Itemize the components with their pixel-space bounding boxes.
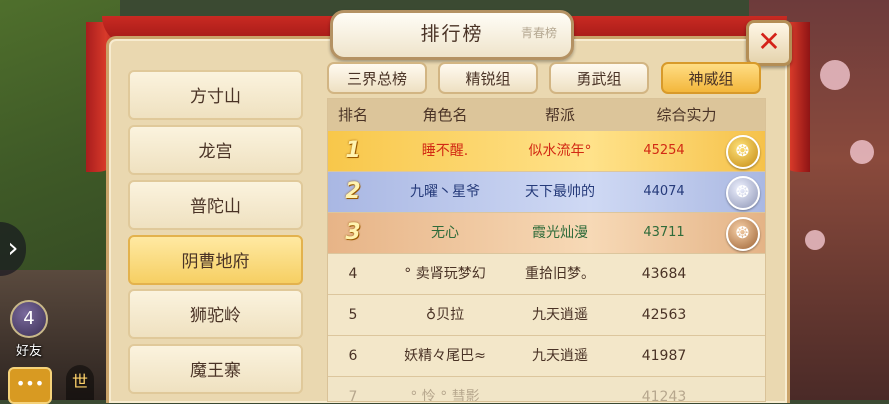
player-name: 九曜丶星爷 [410, 184, 480, 200]
guild-name: 天下最帅的 [525, 184, 595, 200]
rank-number: 5 [348, 307, 358, 323]
gold-medal-icon: ❂ [725, 135, 760, 169]
category-label: 魔王寨 [190, 361, 241, 381]
player-name: 无心 [431, 225, 459, 241]
close-button[interactable]: ✕ [746, 20, 792, 66]
rank-number: 3 [345, 220, 361, 245]
table-row[interactable]: 5 ♁贝拉 九天逍遥 42563 [328, 295, 765, 336]
guild-name: 霞光灿漫 [532, 225, 588, 241]
title-plate: 排行榜 青春榜 [330, 10, 574, 60]
guild-name: 九天逍遥 [532, 307, 588, 323]
tab-label: 勇武组 [576, 70, 622, 88]
rank-number: 1 [345, 138, 361, 163]
player-name: ♁贝拉 [425, 307, 465, 323]
close-icon: ✕ [757, 25, 781, 58]
tab-label: 精锐组 [465, 70, 511, 88]
tab-divine-group[interactable]: 神威组 [661, 62, 761, 94]
category-mowangzhai[interactable]: 魔王寨 [128, 344, 303, 394]
column-header-guild: 帮派 [544, 106, 575, 124]
guild-name: 重拾旧梦。 [525, 266, 595, 282]
chat-bubble-icon: ••• [15, 374, 45, 393]
silver-medal-icon: ❂ [725, 176, 760, 210]
blossom [820, 60, 850, 90]
player-name: 睡不醒. [421, 143, 469, 159]
table-row[interactable]: 6 妖精々尾巴≈ 九天逍遥 41987 [328, 336, 765, 377]
chat-button[interactable]: ••• [8, 367, 52, 404]
table-row[interactable]: 1 睡不醒. 似水流年° 45254 ❂ [328, 131, 765, 172]
power-value: 43684 [641, 266, 687, 282]
category-label: 狮驼岭 [190, 306, 241, 326]
column-header-name: 角色名 [422, 106, 468, 124]
page-title: 排行榜 [420, 23, 484, 45]
guild-name: 九天逍遥 [532, 348, 588, 364]
microphone-icon: 世 [71, 372, 88, 391]
column-header-rank: 排名 [337, 106, 368, 124]
power-value: 41243 [641, 389, 687, 402]
table-row[interactable]: 3 无心 霞光灿漫 43711 ❂ [328, 213, 765, 254]
rank-number: 4 [348, 266, 358, 282]
rank-number: 2 [345, 179, 361, 204]
table-row[interactable]: 7 ° 怜 ° 彗影 41243 [328, 377, 765, 402]
tab-elite-group[interactable]: 精锐组 [438, 62, 538, 94]
category-shituoling[interactable]: 狮驼岭 [128, 289, 303, 339]
category-label: 方寸山 [190, 87, 241, 107]
voice-button[interactable]: 世 [66, 365, 94, 400]
category-label: 阴曹地府 [181, 252, 250, 272]
power-value: 45254 [643, 143, 685, 158]
chevron-right-icon: › [7, 231, 19, 264]
category-longgong[interactable]: 龙宫 [128, 125, 303, 175]
power-value: 41987 [641, 348, 687, 364]
blossom [805, 230, 825, 250]
tab-label: 神威组 [688, 70, 734, 88]
player-name: 妖精々尾巴≈ [404, 348, 486, 364]
blossom [850, 140, 874, 164]
power-value: 44074 [643, 184, 685, 199]
category-label: 龙宫 [198, 142, 233, 162]
tab-brave-group[interactable]: 勇武组 [549, 62, 649, 94]
rank-number: 7 [348, 389, 358, 402]
ranking-table[interactable]: 排名 角色名 帮派 综合实力 1 睡不醒. 似水流年° 45254 ❂ 2 九曜… [327, 98, 766, 402]
guild-name: 似水流年° [528, 143, 592, 159]
table-row[interactable]: 2 九曜丶星爷 天下最帅的 44074 ❂ [328, 172, 765, 213]
column-header-power: 综合实力 [656, 106, 717, 124]
tab-label: 三界总榜 [346, 70, 407, 88]
player-name: ° 卖肾玩梦幻 [404, 266, 486, 282]
table-row[interactable]: 4 ° 卖肾玩梦幻 重拾旧梦。 43684 [328, 254, 765, 295]
category-yincaodifu[interactable]: 阴曹地府 [128, 235, 303, 285]
bronze-medal-icon: ❂ [725, 217, 760, 251]
friend-badge: 4 [23, 308, 35, 329]
friends-label: 好友 [15, 344, 42, 359]
rank-number: 6 [348, 348, 358, 364]
category-putuoshan[interactable]: 普陀山 [128, 180, 303, 230]
guild-name [512, 377, 608, 401]
player-name: ° 怜 ° 彗影 [410, 389, 480, 402]
power-value: 42563 [641, 307, 687, 323]
title-stamp: 青春榜 [520, 26, 557, 40]
friends-button[interactable]: 4 好友 [6, 300, 52, 359]
tab-sanjie-total[interactable]: 三界总榜 [327, 62, 427, 94]
table-header: 排名 角色名 帮派 综合实力 [328, 99, 765, 131]
friend-avatar-icon: 4 [10, 300, 48, 338]
power-value: 43711 [643, 225, 685, 240]
category-label: 普陀山 [190, 197, 241, 217]
category-fangcunshan[interactable]: 方寸山 [128, 70, 303, 120]
